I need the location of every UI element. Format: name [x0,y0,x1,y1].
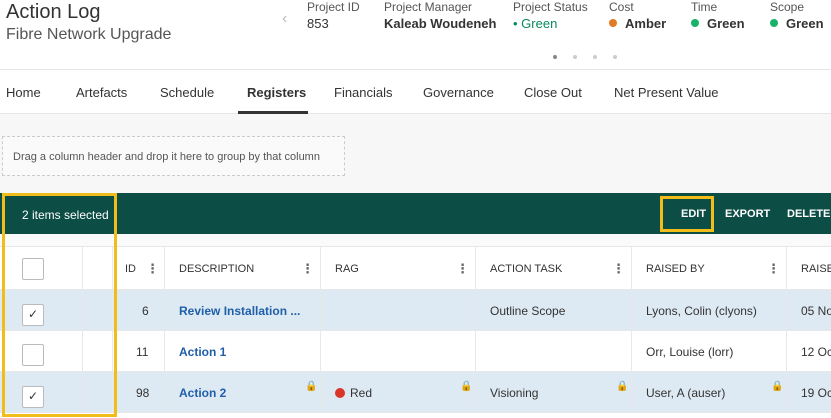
tab-registers[interactable]: Registers [247,85,306,100]
page-header: Action Log Fibre Network Upgrade ‹ Proje… [0,0,831,70]
row-checkbox[interactable]: ✓ [22,304,44,326]
project-status-value: Green [521,16,558,31]
kpi-time: Time Green [691,0,745,31]
group-panel: Drag a column header and drop it here to… [0,114,831,193]
checkmark-icon: ✓ [28,389,39,403]
chevron-left-icon[interactable]: ‹ [282,10,287,28]
description-link[interactable]: Review Installation ... [179,304,300,318]
raised-date-value: 12 Oc [801,345,831,359]
lock-icon: 🔒 [616,381,629,392]
pager-dot-icon[interactable] [593,55,597,59]
delete-button[interactable]: DELETE [787,208,830,220]
action-task-value: Visioning [490,386,539,400]
lock-icon: 🔒 [305,381,318,392]
row-checkbox[interactable] [22,344,44,366]
description-link[interactable]: Action 2 [179,386,226,400]
column-header-raised-by[interactable]: RAISED BY ⋮ [631,247,786,289]
rag-red-dot-icon [335,388,345,398]
rag-value: Red [350,386,373,400]
carousel-pager[interactable] [553,46,633,64]
lock-icon: 🔒 [460,381,473,392]
main-nav: Home Artefacts Schedule Registers Financ… [0,70,831,114]
tab-governance[interactable]: Governance [423,85,494,100]
select-all-checkbox[interactable] [22,258,44,280]
column-menu-icon[interactable]: ⋮ [301,261,314,277]
row-id: 6 [142,304,149,318]
table-row[interactable]: 11 Action 1 Orr, Louise (lorr) 12 Oc [0,331,831,372]
export-button[interactable]: EXPORT [725,208,770,220]
selection-toolbar: 2 items selected EDIT EXPORT DELETE [0,193,831,234]
lock-icon: 🔒 [771,381,784,392]
checkmark-icon: ✓ [28,307,39,321]
kpi-project-status: Project Status • Green [513,0,588,31]
table-row[interactable]: ✓ 98 Action 2 🔒 Red 🔒 Visioning 🔒 User, … [0,372,831,413]
row-id: 11 [136,345,149,359]
tab-financials[interactable]: Financials [334,85,393,100]
column-menu-icon[interactable]: ⋮ [612,261,625,277]
tab-schedule[interactable]: Schedule [160,85,214,100]
tab-close-out[interactable]: Close Out [524,85,582,100]
action-task-value: Outline Scope [490,304,566,318]
column-header-id[interactable]: ID ⋮ [112,247,164,289]
kpi-project-manager: Project Manager Kaleab Woudeneh [384,0,497,31]
column-header-raised-date[interactable]: RAISE [786,247,831,289]
column-menu-icon[interactable]: ⋮ [456,261,469,277]
selected-count: 2 items selected [22,208,109,222]
tab-net-present-value[interactable]: Net Present Value [614,85,719,100]
kpi-scope: Scope Green [770,0,824,31]
row-id: 98 [136,386,150,400]
column-header-action-task[interactable]: ACTION TASK ⋮ [475,247,631,289]
column-header-description[interactable]: DESCRIPTION ⋮ [164,247,320,289]
column-menu-icon[interactable]: ⋮ [767,261,780,277]
column-header-rag[interactable]: RAG ⋮ [320,247,475,289]
tab-artefacts[interactable]: Artefacts [76,85,127,100]
project-name: Fibre Network Upgrade [6,26,172,43]
column-menu-icon[interactable]: ⋮ [146,261,159,277]
edit-button[interactable]: EDIT [681,208,706,220]
page-title: Action Log [6,1,101,23]
raised-date-value: 19 Oc [801,386,831,400]
row-handle-header [82,247,112,289]
pager-dot-icon[interactable] [573,55,577,59]
row-checkbox[interactable]: ✓ [22,386,44,408]
table-row[interactable]: ✓ 6 Review Installation ... Outline Scop… [0,290,831,331]
pager-dot-icon[interactable] [553,55,557,59]
raised-date-value: 05 No [801,304,831,318]
tab-home[interactable]: Home [6,85,41,100]
kpi-cost: Cost Amber [609,0,667,31]
pager-dot-icon[interactable] [613,55,617,59]
raised-by-value: Orr, Louise (lorr) [646,345,734,359]
group-drop-zone[interactable]: Drag a column header and drop it here to… [2,136,345,176]
raised-by-value: Lyons, Colin (clyons) [646,304,757,318]
grid-spacer [0,234,831,246]
description-link[interactable]: Action 1 [179,345,226,359]
cost-status-dot-icon [609,19,617,27]
kpi-project-id: Project ID 853 [307,0,360,31]
grid-header-row: ID ⋮ DESCRIPTION ⋮ RAG ⋮ ACTION TASK ⋮ R… [0,246,831,290]
time-status-dot-icon [691,19,699,27]
scope-status-dot-icon [770,19,778,27]
select-all-cell [0,247,82,289]
raised-by-value: User, A (auser) [646,386,726,400]
